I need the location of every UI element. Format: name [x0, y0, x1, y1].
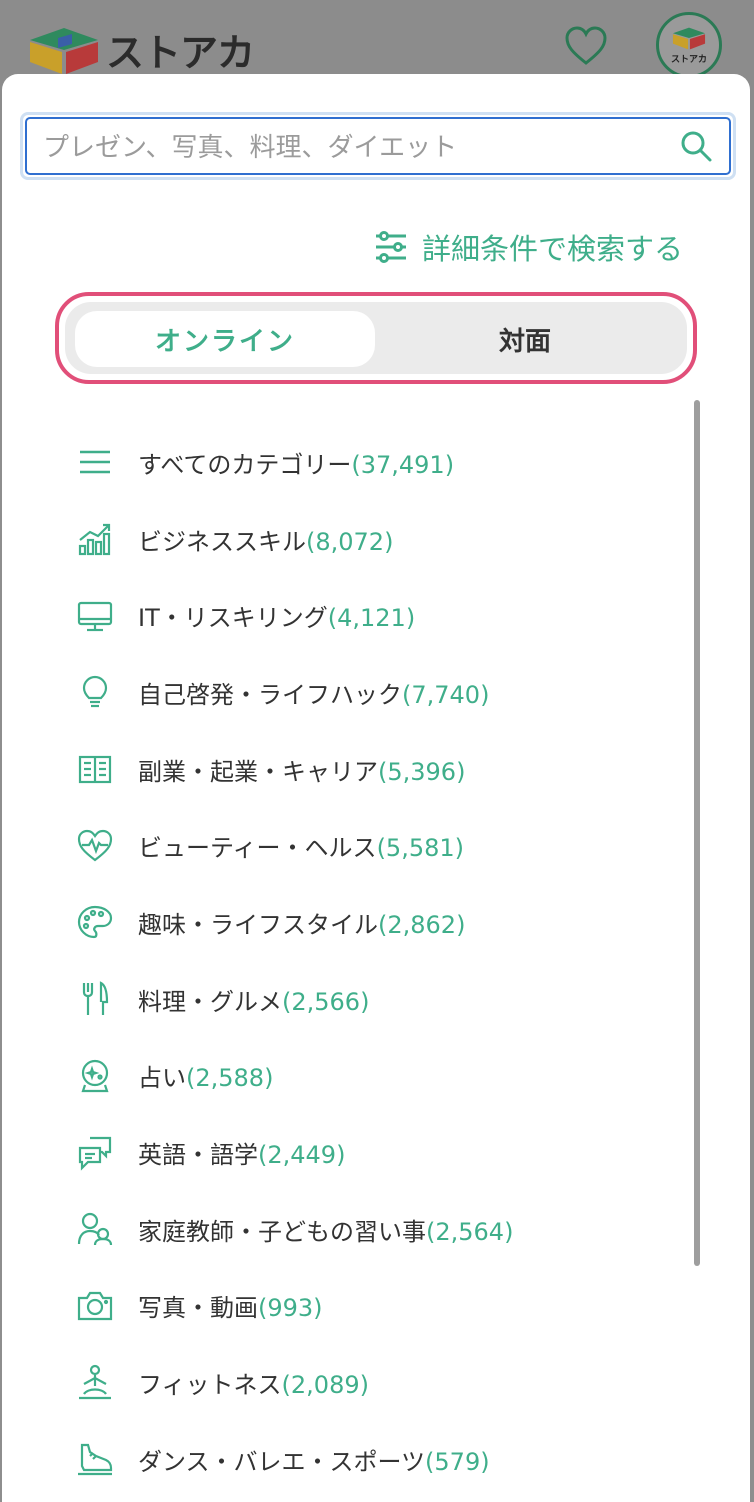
camera-icon: [77, 1291, 113, 1321]
shoe-icon: [78, 1444, 113, 1476]
lightbulb-icon: [82, 676, 108, 708]
list-item[interactable]: 自己啓発・ライフハック(7,740): [2, 654, 682, 731]
list-item[interactable]: すべてのカテゴリー(37,491): [2, 424, 682, 501]
crystal-ball-icon: [81, 1059, 109, 1092]
category-count: (579): [425, 1447, 490, 1476]
category-count: (5,396): [378, 757, 466, 786]
search-input[interactable]: [41, 129, 665, 167]
list-item[interactable]: ダンス・バレエ・スポーツ(579): [2, 1421, 682, 1498]
avatar-text: ストアカ: [670, 55, 707, 65]
category-count: (37,491): [351, 450, 455, 479]
category-label: 料理・グルメ(2,566): [138, 987, 370, 1016]
category-count: (8,072): [306, 527, 394, 556]
category-label: 副業・起業・キャリア(5,396): [138, 757, 466, 786]
yoga-icon: [79, 1364, 111, 1399]
category-label: 占い(2,588): [138, 1064, 274, 1093]
tutor-icon: [77, 1213, 113, 1246]
chart-growth-icon: [78, 523, 111, 556]
scrollbar[interactable]: [694, 400, 700, 1266]
heart-icon: [565, 26, 607, 65]
category-count: (2,089): [281, 1371, 369, 1400]
category-panel: 詳細条件で検索する オンライン 対面 すべてのカテゴリー(37,491) ビジネ…: [2, 74, 750, 1502]
category-count: (2,449): [258, 1141, 346, 1170]
monitor-icon: [77, 601, 113, 631]
search-icon[interactable]: [679, 129, 713, 167]
list-item[interactable]: 英語・語学(2,449): [2, 1114, 682, 1191]
book-icon: [78, 755, 112, 784]
category-label: 自己啓発・ライフハック(7,740): [138, 680, 490, 709]
category-label: 趣味・ライフスタイル(2,862): [138, 910, 466, 939]
heartbeat-icon: [77, 829, 113, 862]
category-count: (7,740): [402, 680, 490, 709]
category-count: (4,121): [327, 604, 416, 633]
list-item[interactable]: 料理・グルメ(2,566): [2, 961, 682, 1038]
category-count: (2,566): [282, 987, 370, 1016]
filter-sliders-icon: [376, 231, 406, 263]
search-bar: [20, 112, 736, 180]
tab-online[interactable]: オンライン: [75, 311, 375, 367]
list-item[interactable]: ビューティー・ヘルス(5,581): [2, 807, 682, 884]
category-count: (2,588): [186, 1064, 274, 1093]
category-count: (2,862): [378, 910, 466, 939]
category-count: (2,564): [426, 1217, 514, 1246]
favorites-button[interactable]: [564, 26, 608, 70]
user-avatar[interactable]: ストアカ: [656, 12, 722, 78]
category-count: (5,581): [376, 834, 464, 863]
category-label: ビジネススキル(8,072): [138, 527, 394, 556]
site-logo[interactable]: ストアカ: [28, 22, 255, 77]
menu-icon: [80, 451, 110, 474]
category-label: 家庭教師・子どもの習い事(2,564): [138, 1217, 514, 1246]
palette-icon: [77, 906, 113, 939]
avatar-logo-icon: [672, 27, 706, 50]
tab-offline[interactable]: 対面: [375, 311, 675, 367]
category-label: 写真・動画(993): [138, 1294, 323, 1323]
category-label: すべてのカテゴリー(37,491): [138, 450, 455, 479]
list-item[interactable]: 占い(2,588): [2, 1038, 682, 1115]
list-item[interactable]: IT・リスキリング(4,121): [2, 577, 682, 654]
category-label: ビューティー・ヘルス(5,581): [138, 834, 464, 863]
list-item[interactable]: ビジネススキル(8,072): [2, 501, 682, 578]
detail-search-label: 詳細条件で検索する: [422, 232, 684, 266]
list-item[interactable]: 趣味・ライフスタイル(2,862): [2, 884, 682, 961]
logo-text: ストアカ: [106, 31, 255, 75]
chat-icon: [78, 1136, 112, 1171]
search-box: [25, 117, 731, 175]
category-list: すべてのカテゴリー(37,491) ビジネススキル(8,072) IT・リスキリ…: [2, 424, 682, 1498]
category-label: 英語・語学(2,449): [138, 1141, 346, 1170]
list-item[interactable]: 副業・起業・キャリア(5,396): [2, 731, 682, 808]
detail-search-link[interactable]: 詳細条件で検索する: [374, 226, 683, 268]
list-item[interactable]: 家庭教師・子どもの習い事(2,564): [2, 1191, 682, 1268]
logo-icon: [30, 27, 98, 74]
mode-toggle-track: オンライン 対面: [65, 302, 687, 374]
mode-toggle: オンライン 対面: [55, 292, 697, 384]
list-item[interactable]: 写真・動画(993): [2, 1268, 682, 1345]
category-label: フィットネス(2,089): [138, 1371, 369, 1400]
category-label: ダンス・バレエ・スポーツ(579): [138, 1447, 490, 1476]
category-count: (993): [258, 1294, 323, 1323]
list-item[interactable]: フィットネス(2,089): [2, 1344, 682, 1421]
fork-knife-icon: [82, 981, 109, 1016]
category-label: IT・リスキリング(4,121): [138, 604, 416, 633]
